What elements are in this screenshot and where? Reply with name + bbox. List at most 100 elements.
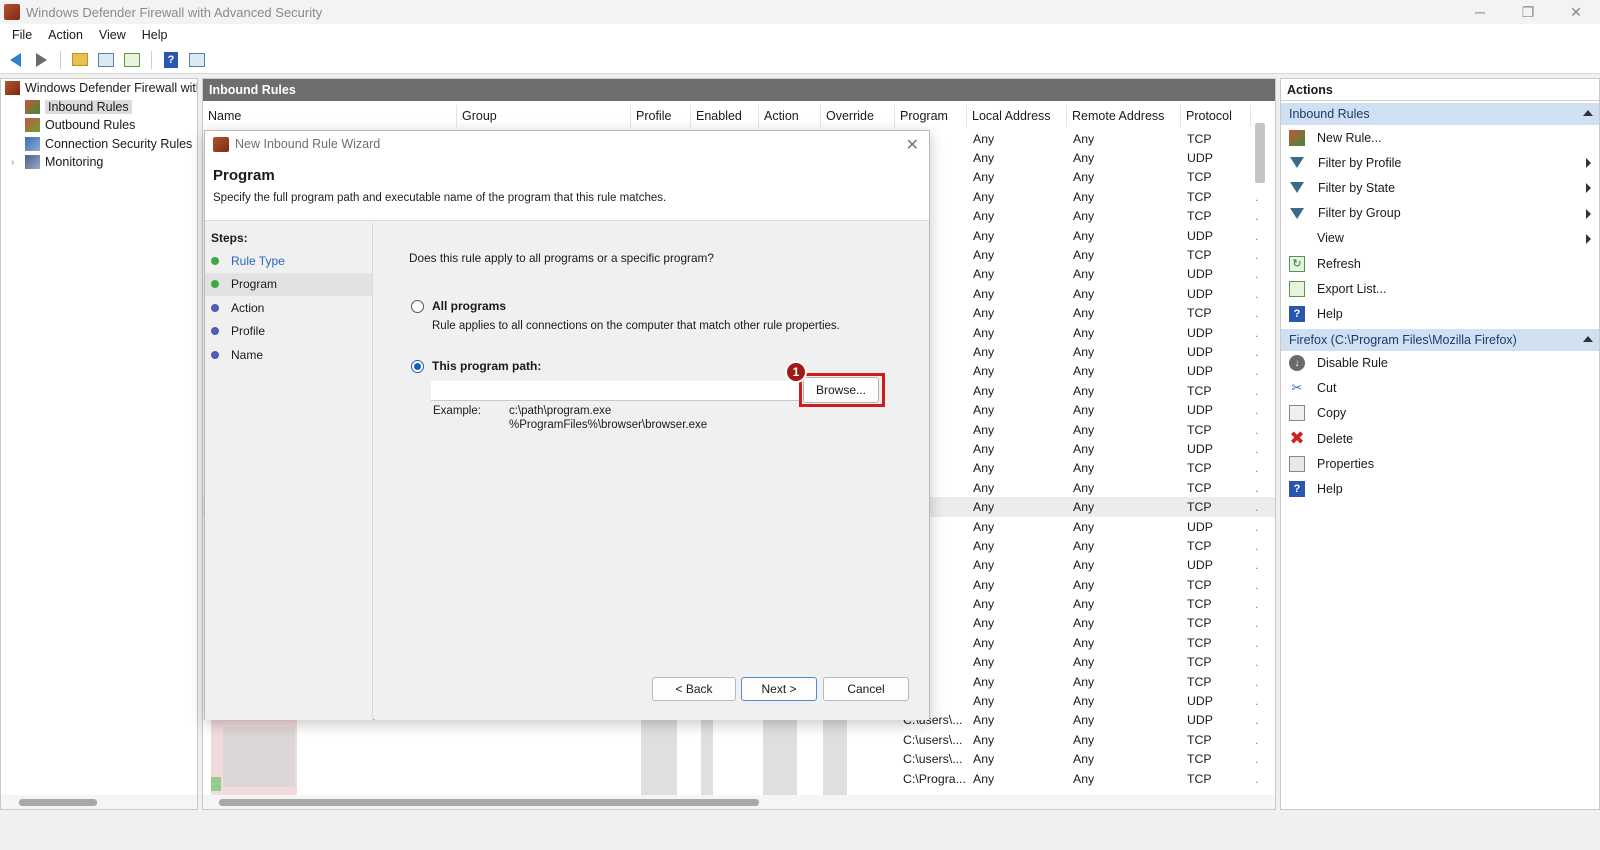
rules-vertical-scrollbar[interactable] <box>1255 123 1265 183</box>
help-icon: ? <box>1289 305 1305 322</box>
wizard-content: Does this rule apply to all programs or … <box>375 223 929 720</box>
all-programs-option[interactable]: All programs <box>411 299 506 313</box>
action-filter-by-group[interactable]: Filter by Group <box>1281 201 1599 226</box>
col-program[interactable]: Program <box>895 105 967 127</box>
forward-button[interactable] <box>30 50 52 70</box>
cell-local-address: Any <box>973 325 995 340</box>
col-enabled[interactable]: Enabled <box>691 105 759 127</box>
cell-remote-address: Any <box>1073 713 1095 728</box>
actions-section-inbound-rules[interactable]: Inbound Rules <box>1281 103 1599 125</box>
step-status-dot <box>211 350 219 359</box>
step-status-dot <box>211 280 219 289</box>
cell-protocol: TCP <box>1187 674 1212 689</box>
submenu-arrow-icon <box>1586 208 1591 219</box>
action-filter-by-state[interactable]: Filter by State <box>1281 175 1599 200</box>
cell-truncation: . <box>1255 597 1259 612</box>
program-path-radio[interactable] <box>411 359 424 373</box>
program-path-input[interactable] <box>431 381 799 401</box>
next-button[interactable]: Next > <box>741 677 817 701</box>
tree-item-monitoring[interactable]: › Monitoring <box>1 153 197 172</box>
blur-patch <box>641 719 677 795</box>
scrollbar-thumb[interactable] <box>219 799 759 806</box>
connection-security-icon <box>25 136 40 151</box>
action-pane-icon <box>189 52 205 67</box>
cancel-button[interactable]: Cancel <box>823 677 909 701</box>
menu-file[interactable]: File <box>4 28 40 42</box>
cell-local-address: Any <box>973 597 995 612</box>
program-path-option[interactable]: This program path: <box>411 359 541 373</box>
scrollbar-thumb[interactable] <box>19 799 97 806</box>
cell-protocol: UDP <box>1187 713 1213 728</box>
tree-item-connection-security-rules[interactable]: Connection Security Rules <box>1 135 197 154</box>
tree-root[interactable]: Windows Defender Firewall with Advanced … <box>1 79 197 98</box>
toolbar: ? <box>0 46 1600 74</box>
show-action-pane-button[interactable] <box>186 50 208 70</box>
filter-icon <box>1290 157 1304 169</box>
col-override[interactable]: Override <box>821 105 895 127</box>
rules-horizontal-scrollbar[interactable] <box>203 795 1275 809</box>
action-cut[interactable]: ✂ Cut <box>1281 376 1599 401</box>
col-group[interactable]: Group <box>457 105 631 127</box>
menu-action[interactable]: Action <box>40 28 91 42</box>
cell-protocol: TCP <box>1187 752 1212 767</box>
col-local-address[interactable]: Local Address <box>967 105 1067 127</box>
cell-protocol: UDP <box>1187 403 1213 418</box>
window-title: Windows Defender Firewall with Advanced … <box>26 4 323 20</box>
collapse-caret-icon[interactable] <box>1583 110 1593 116</box>
collapse-caret-icon[interactable] <box>1583 335 1593 342</box>
col-profile[interactable]: Profile <box>631 105 691 127</box>
all-programs-radio[interactable] <box>411 299 424 313</box>
cell-truncation: . <box>1255 344 1259 359</box>
action-new-rule[interactable]: New Rule... <box>1281 125 1599 150</box>
col-name[interactable]: Name <box>203 105 457 127</box>
export-list-button[interactable] <box>121 50 143 70</box>
action-export-list[interactable]: Export List... <box>1281 276 1599 301</box>
help-button[interactable]: ? <box>160 50 182 70</box>
cell-protocol: UDP <box>1187 267 1213 282</box>
expand-chevron-icon[interactable]: › <box>11 157 25 168</box>
action-help[interactable]: ? Help <box>1281 301 1599 326</box>
action-properties[interactable]: Properties <box>1281 451 1599 476</box>
cell-local-address: Any <box>973 267 995 282</box>
cell-remote-address: Any <box>1073 248 1095 263</box>
show-hide-tree-button[interactable] <box>95 50 117 70</box>
up-level-button[interactable] <box>69 50 91 70</box>
action-help-rule[interactable]: ? Help <box>1281 476 1599 501</box>
menu-help[interactable]: Help <box>134 28 176 42</box>
cell-remote-address: Any <box>1073 674 1095 689</box>
col-action[interactable]: Action <box>759 105 821 127</box>
action-label: Delete <box>1317 431 1354 446</box>
back-button[interactable] <box>4 50 26 70</box>
example-label: Example: <box>433 405 481 417</box>
restore-button[interactable]: ❐ <box>1504 0 1552 24</box>
minimize-button[interactable]: ─ <box>1456 0 1504 24</box>
tree-item-outbound-rules[interactable]: Outbound Rules <box>1 116 197 135</box>
cell-protocol: TCP <box>1187 480 1212 495</box>
filter-icon <box>1290 207 1304 219</box>
blur-patch <box>211 777 221 791</box>
cell-remote-address: Any <box>1073 189 1095 204</box>
back-button[interactable]: < Back <box>652 677 736 701</box>
menu-view[interactable]: View <box>91 28 134 42</box>
col-remote-address[interactable]: Remote Address <box>1067 105 1181 127</box>
col-protocol[interactable]: Protocol <box>1181 105 1251 127</box>
action-view[interactable]: View <box>1281 226 1599 251</box>
tree-item-label: Outbound Rules <box>45 118 136 133</box>
step-rule-type[interactable]: Rule Type <box>205 249 372 273</box>
action-filter-by-profile[interactable]: Filter by Profile <box>1281 150 1599 175</box>
action-delete[interactable]: ✖ Delete <box>1281 426 1599 451</box>
action-refresh[interactable]: ↻ Refresh <box>1281 251 1599 276</box>
cell-remote-address: Any <box>1073 732 1095 747</box>
close-button[interactable]: ✕ <box>1552 0 1600 24</box>
action-disable-rule[interactable]: ↓ Disable Rule <box>1281 351 1599 376</box>
cell-local-address: Any <box>973 732 995 747</box>
new-inbound-rule-wizard: New Inbound Rule Wizard ✕ Program Specif… <box>204 130 930 720</box>
cell-remote-address: Any <box>1073 383 1095 398</box>
tree-horizontal-scrollbar[interactable] <box>1 795 197 809</box>
page-title: Program <box>213 167 275 184</box>
dialog-close-icon[interactable]: ✕ <box>906 135 919 155</box>
action-copy[interactable]: Copy <box>1281 401 1599 426</box>
tree-item-inbound-rules[interactable]: Inbound Rules <box>1 98 197 117</box>
rules-column-headers: Name Group Profile Enabled Action Overri… <box>203 105 1275 127</box>
actions-section-selected-rule[interactable]: Firefox (C:\Program Files\Mozilla Firefo… <box>1281 328 1599 351</box>
